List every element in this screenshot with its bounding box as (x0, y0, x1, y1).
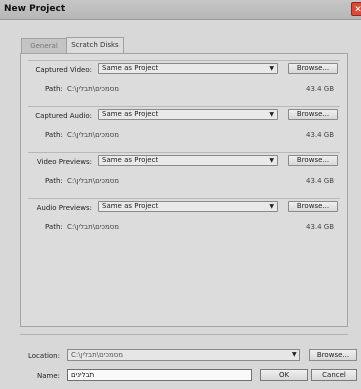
audio-previews-browse-button[interactable]: Browse... (288, 201, 338, 212)
name-label: Name: (37, 372, 61, 380)
dropdown-value: Same as Project (102, 156, 159, 164)
video-previews-dropdown[interactable]: Same as Project ▼ (98, 155, 278, 166)
chevron-down-icon: ▼ (269, 111, 274, 118)
captured-video-browse-button[interactable]: Browse... (288, 63, 338, 74)
audio-previews-size: 43.4 GB (306, 223, 335, 231)
captured-video-dropdown[interactable]: Same as Project ▼ (98, 63, 278, 74)
location-value: C:\מסמכים\תבלין (71, 351, 124, 359)
captured-video-label: Captured Video: (35, 66, 92, 74)
scratch-disks-panel: Captured Video: Same as Project ▼ Browse… (20, 53, 348, 327)
ok-button[interactable]: OK (260, 369, 308, 381)
path-label: Path: (45, 223, 63, 231)
dropdown-value: Same as Project (102, 64, 159, 72)
footer-divider (20, 334, 348, 335)
captured-audio-browse-button[interactable]: Browse... (288, 109, 338, 120)
video-previews-browse-button[interactable]: Browse... (288, 155, 338, 166)
close-icon[interactable]: ✕ (351, 2, 361, 16)
path-label: Path: (45, 85, 63, 93)
chevron-down-icon[interactable]: ▼ (292, 351, 297, 358)
audio-previews-dropdown[interactable]: Same as Project ▼ (98, 201, 278, 212)
captured-audio-size: 43.4 GB (306, 131, 335, 139)
captured-video-group: Captured Video: Same as Project ▼ Browse… (28, 60, 340, 99)
audio-previews-group: Audio Previews: Same as Project ▼ Browse… (28, 198, 340, 237)
new-project-dialog: New Project ✕ General Scratch Disks Capt… (0, 0, 361, 389)
captured-audio-path: C:\מסמכים\תבלין (67, 131, 120, 139)
path-label: Path: (45, 177, 63, 185)
project-name-input[interactable]: תבלינים (67, 369, 252, 381)
location-dropdown[interactable]: C:\מסמכים\תבלין (67, 349, 300, 361)
chevron-down-icon: ▼ (269, 157, 274, 164)
audio-previews-path: C:\מסמכים\תבלין (67, 223, 120, 231)
chevron-down-icon: ▼ (269, 65, 274, 72)
video-previews-size: 43.4 GB (306, 177, 335, 185)
captured-video-path: C:\מסמכים\תבלין (67, 85, 120, 93)
dropdown-value: Same as Project (102, 110, 159, 118)
tab-scratch-disks[interactable]: Scratch Disks (66, 37, 124, 53)
tab-general[interactable]: General (21, 38, 67, 53)
dropdown-value: Same as Project (102, 202, 159, 210)
captured-audio-group: Captured Audio: Same as Project ▼ Browse… (28, 106, 340, 145)
audio-previews-label: Audio Previews: (36, 204, 92, 212)
captured-audio-dropdown[interactable]: Same as Project ▼ (98, 109, 278, 120)
chevron-down-icon: ▼ (269, 203, 274, 210)
location-browse-button[interactable]: Browse... (309, 349, 357, 361)
video-previews-group: Video Previews: Same as Project ▼ Browse… (28, 152, 340, 191)
dialog-title: New Project (4, 4, 66, 14)
captured-video-size: 43.4 GB (306, 85, 335, 93)
title-bar: New Project ✕ (0, 0, 361, 20)
video-previews-label: Video Previews: (36, 158, 92, 166)
path-label: Path: (45, 131, 63, 139)
location-label: Location: (28, 352, 60, 360)
cancel-button[interactable]: Cancel (311, 369, 357, 381)
video-previews-path: C:\מסמכים\תבלין (67, 177, 120, 185)
captured-audio-label: Captured Audio: (35, 112, 92, 120)
